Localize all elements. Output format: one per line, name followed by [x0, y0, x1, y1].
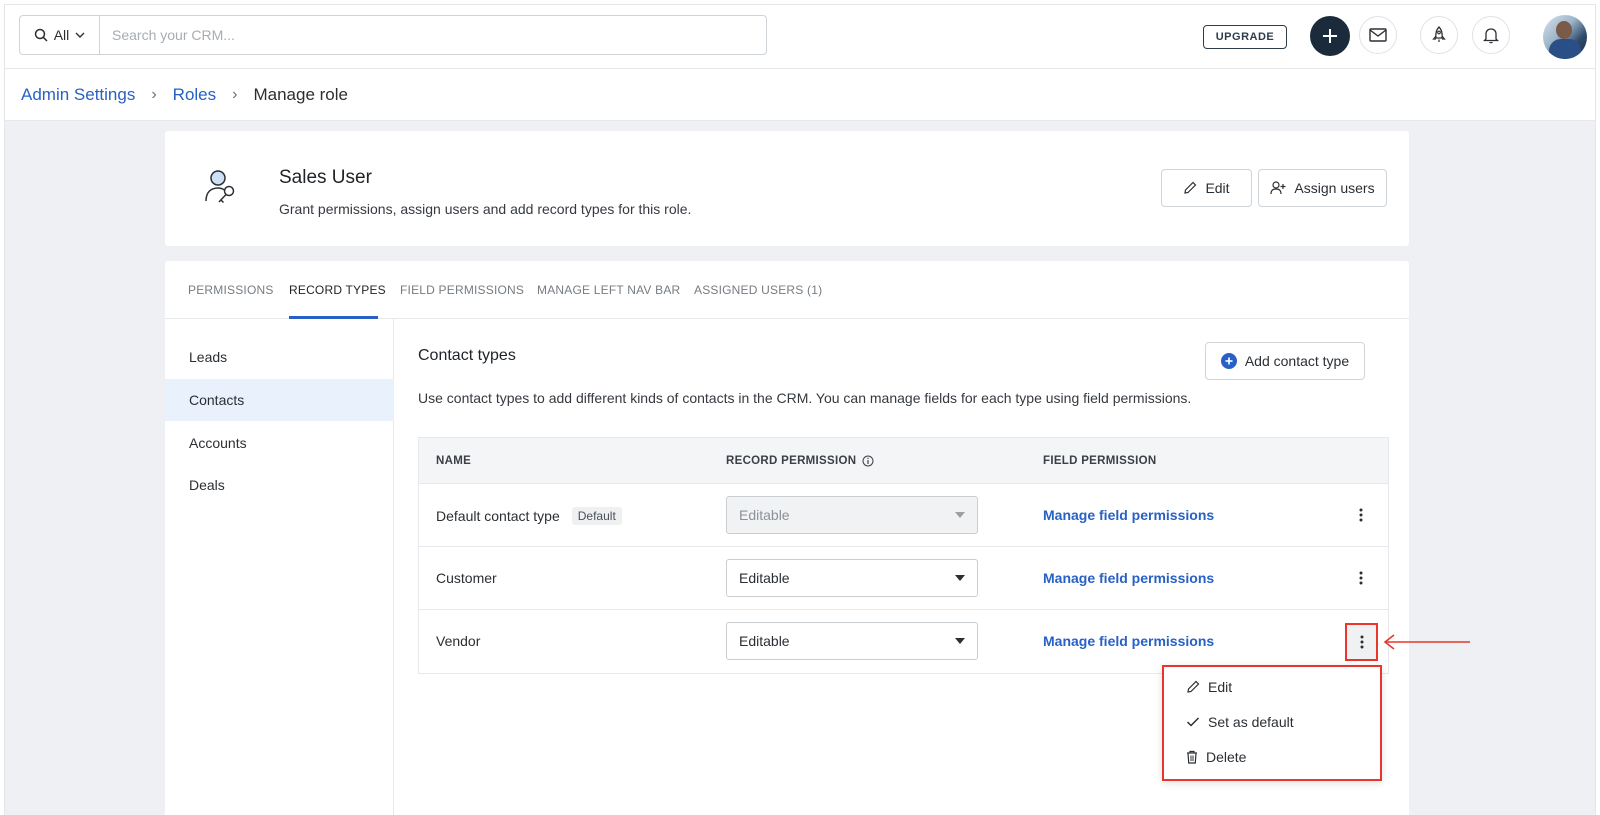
row-actions-button[interactable] [1349, 564, 1373, 592]
record-permission-select[interactable]: Editable [726, 559, 978, 597]
row-actions-button-active[interactable] [1345, 623, 1378, 661]
tab-assigned-users[interactable]: ASSIGNED USERS (1) [694, 283, 822, 297]
plus-icon [1323, 29, 1337, 43]
role-header-card: Sales User Grant permissions, assign use… [165, 131, 1409, 246]
nav-item-deals[interactable]: Deals [165, 464, 394, 506]
nav-item-accounts[interactable]: Accounts [165, 422, 394, 464]
nav-item-contacts[interactable]: Contacts [165, 379, 394, 421]
table-header: NAME RECORD PERMISSION FIELD PERMISSION [419, 438, 1388, 484]
mail-button[interactable] [1359, 16, 1397, 54]
user-plus-icon [1270, 181, 1286, 195]
bell-icon [1483, 28, 1499, 44]
caret-down-icon [955, 575, 965, 581]
check-icon [1186, 717, 1200, 727]
tab-manage-left-nav-bar[interactable]: MANAGE LEFT NAV BAR [537, 283, 680, 297]
manage-field-permissions-link[interactable]: Manage field permissions [1043, 633, 1214, 649]
search-input[interactable] [100, 16, 766, 54]
record-permission-value: Editable [739, 570, 790, 586]
search-scope-dropdown[interactable]: All [20, 16, 100, 54]
breadcrumb-roles[interactable]: Roles [173, 85, 216, 105]
menu-item-delete-label: Delete [1206, 749, 1247, 765]
menu-item-set-as-default[interactable]: Set as default [1186, 714, 1294, 730]
caret-down-icon [955, 638, 965, 644]
row-name: Vendor [436, 633, 481, 649]
trash-icon [1187, 750, 1197, 764]
annotation-arrow-icon [1383, 634, 1470, 650]
record-permission-value: Editable [739, 507, 790, 523]
row-actions-button[interactable] [1349, 501, 1373, 529]
nav-item-leads[interactable]: Leads [165, 336, 394, 378]
contact-types-table: NAME RECORD PERMISSION FIELD PERMISSION … [418, 437, 1389, 674]
user-key-icon [205, 170, 235, 204]
role-title: Sales User [279, 167, 372, 188]
info-icon[interactable] [862, 455, 874, 467]
tab-bar: PERMISSIONS RECORD TYPES FIELD PERMISSIO… [165, 261, 1409, 319]
record-permission-value: Editable [739, 633, 790, 649]
row-name: Customer [436, 570, 497, 586]
top-bar: All UPGRADE [5, 5, 1595, 69]
record-type-nav: Leads Contacts Accounts Deals [165, 319, 394, 815]
row-name-cell: Default contact type Default [436, 507, 622, 525]
more-vertical-icon [1359, 571, 1363, 585]
rocket-button[interactable] [1420, 16, 1458, 54]
tab-record-types[interactable]: RECORD TYPES [289, 283, 386, 297]
more-vertical-icon [1360, 635, 1363, 649]
assign-users-label: Assign users [1294, 180, 1375, 196]
menu-item-edit-label: Edit [1208, 679, 1233, 695]
default-badge: Default [571, 507, 622, 525]
column-header-field-permission: FIELD PERMISSION [1043, 455, 1157, 467]
search-icon [34, 28, 48, 42]
search-scope-label: All [53, 27, 70, 43]
chevron-down-icon [75, 32, 85, 38]
caret-down-icon [955, 512, 965, 518]
plus-circle-icon [1220, 353, 1237, 369]
edit-role-label: Edit [1205, 180, 1230, 196]
rocket-icon [1432, 26, 1446, 42]
chevron-right-icon: › [151, 85, 157, 103]
column-header-record-permission-label: RECORD PERMISSION [726, 455, 857, 467]
manage-field-permissions-link[interactable]: Manage field permissions [1043, 570, 1214, 586]
add-contact-type-button[interactable]: Add contact type [1205, 342, 1365, 380]
edit-role-button[interactable]: Edit [1161, 169, 1252, 207]
section-title: Contact types [418, 347, 516, 364]
upgrade-button[interactable]: UPGRADE [1203, 25, 1287, 49]
record-permission-select[interactable]: Editable [726, 622, 978, 660]
chevron-right-icon: › [232, 85, 238, 103]
breadcrumb-current: Manage role [253, 84, 348, 104]
breadcrumb: Admin Settings › Roles › Manage role [5, 69, 1595, 121]
table-row: Customer Editable Manage field permissio… [419, 547, 1388, 610]
column-header-name: NAME [436, 455, 472, 467]
role-description: Grant permissions, assign users and add … [279, 201, 692, 217]
more-vertical-icon [1359, 508, 1363, 522]
breadcrumb-admin-settings[interactable]: Admin Settings [21, 85, 135, 105]
menu-item-set-as-default-label: Set as default [1208, 714, 1294, 730]
mail-icon [1369, 28, 1387, 42]
section-description: Use contact types to add different kinds… [418, 390, 1192, 406]
avatar-body [1549, 39, 1581, 59]
row-name: Default contact type [436, 508, 560, 524]
row-actions-menu: Edit Set as default Delete [1162, 665, 1382, 781]
quick-add-button[interactable] [1310, 16, 1350, 56]
column-header-record-permission: RECORD PERMISSION [726, 455, 874, 467]
assign-users-button[interactable]: Assign users [1258, 169, 1387, 207]
tab-permissions[interactable]: PERMISSIONS [188, 283, 274, 297]
pencil-icon [1184, 181, 1197, 194]
tab-field-permissions[interactable]: FIELD PERMISSIONS [400, 283, 524, 297]
row-name-cell: Vendor [436, 633, 480, 649]
search-bar: All [19, 15, 767, 55]
add-contact-type-label: Add contact type [1244, 353, 1350, 369]
menu-item-delete[interactable]: Delete [1186, 749, 1246, 765]
record-permission-select: Editable [726, 496, 978, 534]
row-name-cell: Customer [436, 570, 497, 586]
table-row: Vendor Editable Manage field permissions [419, 610, 1388, 673]
app-frame: All UPGRADE Admin Settings › Roles › Man… [4, 4, 1596, 815]
avatar-head [1556, 21, 1572, 39]
manage-field-permissions-link[interactable]: Manage field permissions [1043, 507, 1214, 523]
avatar[interactable] [1543, 15, 1587, 59]
menu-item-edit[interactable]: Edit [1186, 679, 1232, 695]
notifications-button[interactable] [1472, 16, 1510, 54]
table-row: Default contact type Default Editable Ma… [419, 484, 1388, 547]
pencil-icon [1187, 680, 1200, 693]
